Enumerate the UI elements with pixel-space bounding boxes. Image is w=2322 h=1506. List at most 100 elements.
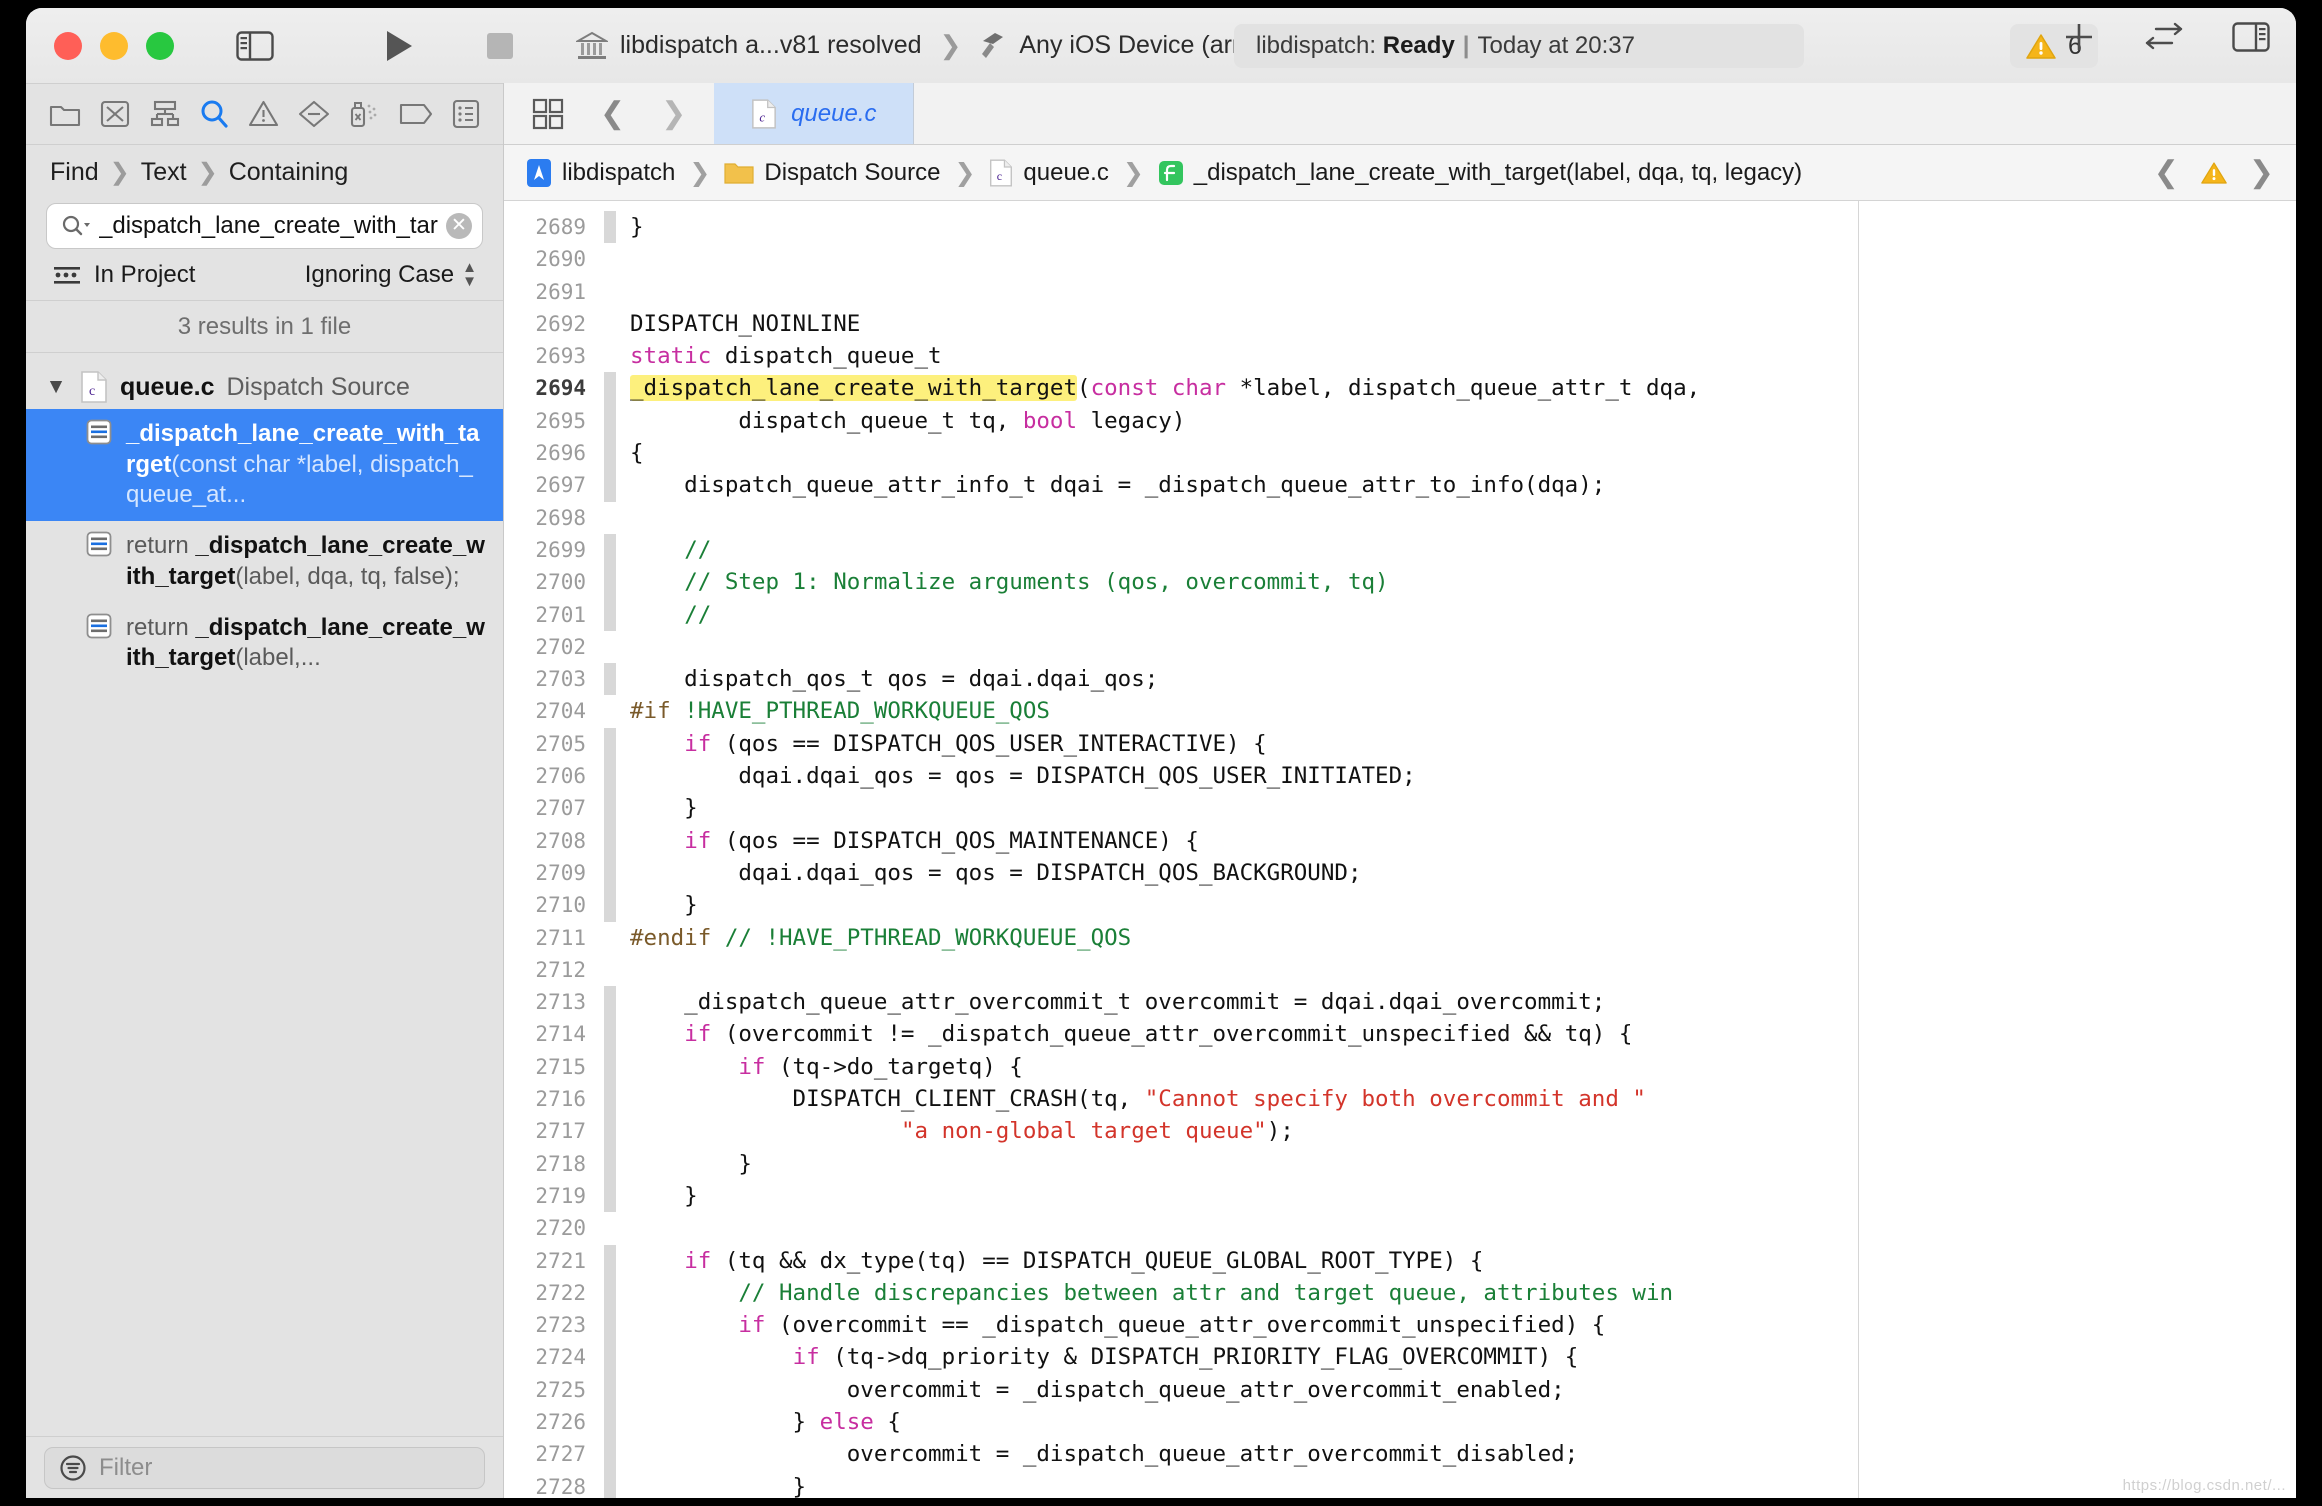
- code-editor[interactable]: 2689 2690 2691 2692 2693 2694 2695 2696 2697 2698…: [504, 201, 2296, 1498]
- code-line[interactable]: DISPATCH_CLIENT_CRASH(tq, "Cannot specif…: [630, 1083, 1858, 1115]
- line-number[interactable]: 2705: [504, 728, 604, 760]
- line-number[interactable]: 2727: [504, 1438, 604, 1470]
- source-code[interactable]: } DISPATCH_NOINLINE static dispatch_queue…: [616, 201, 1858, 1498]
- stop-button[interactable]: [486, 32, 514, 60]
- jumpbar-symbol-label[interactable]: _dispatch_lane_create_with_target(label,…: [1194, 159, 1802, 187]
- code-line[interactable]: [630, 631, 1858, 663]
- line-number[interactable]: 2703: [504, 663, 604, 695]
- next-issue-icon[interactable]: ❯: [2249, 155, 2274, 190]
- clear-search-icon[interactable]: ✕: [446, 213, 472, 239]
- jumpbar-file-label[interactable]: queue.c: [1023, 159, 1108, 187]
- line-number[interactable]: 2709: [504, 857, 604, 889]
- case-option-button[interactable]: Ignoring Case ▲ ▼: [305, 260, 477, 289]
- line-number[interactable]: 2717: [504, 1115, 604, 1147]
- breakpoint-navigator-icon[interactable]: [399, 102, 433, 126]
- line-number[interactable]: 2724: [504, 1341, 604, 1373]
- run-button[interactable]: [384, 29, 414, 63]
- project-navigator-icon[interactable]: [49, 101, 81, 128]
- code-line[interactable]: if (overcommit != _dispatch_queue_attr_o…: [630, 1018, 1858, 1050]
- editor-options-icon[interactable]: [532, 98, 564, 130]
- jumpbar-project-label[interactable]: libdispatch: [562, 159, 675, 187]
- line-number[interactable]: 2725: [504, 1374, 604, 1406]
- line-number[interactable]: 2694: [504, 372, 604, 404]
- line-number[interactable]: 2693: [504, 340, 604, 372]
- search-field[interactable]: ✕: [46, 203, 483, 249]
- result-row[interactable]: _dispatch_lane_create_with_target(const …: [26, 409, 503, 522]
- minimize-button[interactable]: [100, 31, 128, 60]
- code-line[interactable]: _dispatch_lane_create_with_target(const …: [630, 372, 1858, 404]
- search-icon[interactable]: [61, 214, 91, 238]
- debug-navigator-icon[interactable]: [348, 100, 380, 129]
- chevron-updown-icon[interactable]: ▲ ▼: [462, 260, 477, 289]
- line-number[interactable]: 2691: [504, 276, 604, 308]
- line-number[interactable]: 2707: [504, 792, 604, 824]
- line-number[interactable]: 2728: [504, 1471, 604, 1498]
- result-row[interactable]: return _dispatch_lane_create_with_target…: [26, 521, 503, 602]
- code-line[interactable]: [630, 502, 1858, 534]
- code-line[interactable]: // Handle discrepancies between attr and…: [630, 1277, 1858, 1309]
- line-number[interactable]: 2706: [504, 760, 604, 792]
- xcode-project-icon[interactable]: [526, 158, 552, 188]
- sidebar-toggle-icon[interactable]: [236, 30, 274, 61]
- code-line[interactable]: }: [630, 211, 1858, 243]
- code-line[interactable]: _dispatch_queue_attr_overcommit_t overco…: [630, 986, 1858, 1018]
- code-line[interactable]: if (qos == DISPATCH_QOS_USER_INTERACTIVE…: [630, 728, 1858, 760]
- line-number[interactable]: 2711: [504, 922, 604, 954]
- test-navigator-icon[interactable]: [298, 100, 330, 128]
- code-line[interactable]: if (qos == DISPATCH_QOS_MAINTENANCE) {: [630, 825, 1858, 857]
- code-line[interactable]: [630, 1212, 1858, 1244]
- find-navigator-icon[interactable]: [199, 99, 229, 129]
- code-line[interactable]: if (tq && dx_type(tq) == DISPATCH_QUEUE_…: [630, 1245, 1858, 1277]
- code-line[interactable]: } else {: [630, 1406, 1858, 1438]
- code-line[interactable]: }: [630, 1148, 1858, 1180]
- line-number[interactable]: 2700: [504, 566, 604, 598]
- search-input[interactable]: [99, 212, 438, 240]
- code-line[interactable]: }: [630, 1180, 1858, 1212]
- line-number[interactable]: 2719: [504, 1180, 604, 1212]
- code-line[interactable]: DISPATCH_NOINLINE: [630, 308, 1858, 340]
- find-scope-breadcrumb[interactable]: Find ❯ Text ❯ Containing: [26, 145, 503, 199]
- activity-status-bar[interactable]: libdispatch: Ready | Today at 20:37: [1234, 24, 1804, 68]
- code-line[interactable]: if (tq->dq_priority & DISPATCH_PRIORITY_…: [630, 1341, 1858, 1373]
- code-line[interactable]: [630, 954, 1858, 986]
- tree-file-group[interactable]: ▼ c queue.c Dispatch Source: [26, 365, 503, 409]
- symbol-navigator-icon[interactable]: [149, 100, 181, 128]
- line-number[interactable]: 2722: [504, 1277, 604, 1309]
- line-number[interactable]: 2712: [504, 954, 604, 986]
- code-line[interactable]: dispatch_queue_t tq, bool legacy): [630, 405, 1858, 437]
- code-line[interactable]: }: [630, 792, 1858, 824]
- filter-field[interactable]: Filter: [44, 1446, 485, 1489]
- function-icon[interactable]: [1158, 160, 1184, 186]
- line-number[interactable]: 2695: [504, 405, 604, 437]
- line-number[interactable]: 2704: [504, 695, 604, 727]
- code-line[interactable]: "a non-global target queue");: [630, 1115, 1858, 1147]
- previous-issue-icon[interactable]: ❮: [2154, 155, 2179, 190]
- line-number[interactable]: 2715: [504, 1051, 604, 1083]
- line-number[interactable]: 2710: [504, 889, 604, 921]
- line-number[interactable]: 2692: [504, 308, 604, 340]
- line-number[interactable]: 2690: [504, 243, 604, 275]
- jumpbar-folder-label[interactable]: Dispatch Source: [764, 159, 940, 187]
- report-navigator-icon[interactable]: [452, 99, 480, 129]
- source-control-navigator-icon[interactable]: [100, 100, 130, 128]
- scope-find[interactable]: Find: [50, 158, 99, 187]
- code-line[interactable]: #if !HAVE_PTHREAD_WORKQUEUE_QOS: [630, 695, 1858, 727]
- filter-icon[interactable]: [59, 1454, 87, 1482]
- line-number[interactable]: 2723: [504, 1309, 604, 1341]
- line-number[interactable]: 2716: [504, 1083, 604, 1115]
- folder-icon[interactable]: [724, 160, 754, 186]
- line-number[interactable]: 2713: [504, 986, 604, 1018]
- line-number[interactable]: 2698: [504, 502, 604, 534]
- scope-containing[interactable]: Containing: [229, 158, 349, 187]
- line-number[interactable]: 2696: [504, 437, 604, 469]
- code-line[interactable]: //: [630, 599, 1858, 631]
- line-number[interactable]: 2726: [504, 1406, 604, 1438]
- forward-button[interactable]: ❯: [661, 96, 686, 131]
- line-number[interactable]: 2701: [504, 599, 604, 631]
- code-line[interactable]: // Step 1: Normalize arguments (qos, ove…: [630, 566, 1858, 598]
- code-line[interactable]: overcommit = _dispatch_queue_attr_overco…: [630, 1374, 1858, 1406]
- warning-triangle-icon[interactable]: [2201, 161, 2227, 185]
- line-number[interactable]: 2697: [504, 469, 604, 501]
- issue-navigator-icon[interactable]: [248, 100, 279, 128]
- scheme-breadcrumb[interactable]: libdispatch a...v81 resolved ❯ Any iOS D…: [576, 30, 1289, 61]
